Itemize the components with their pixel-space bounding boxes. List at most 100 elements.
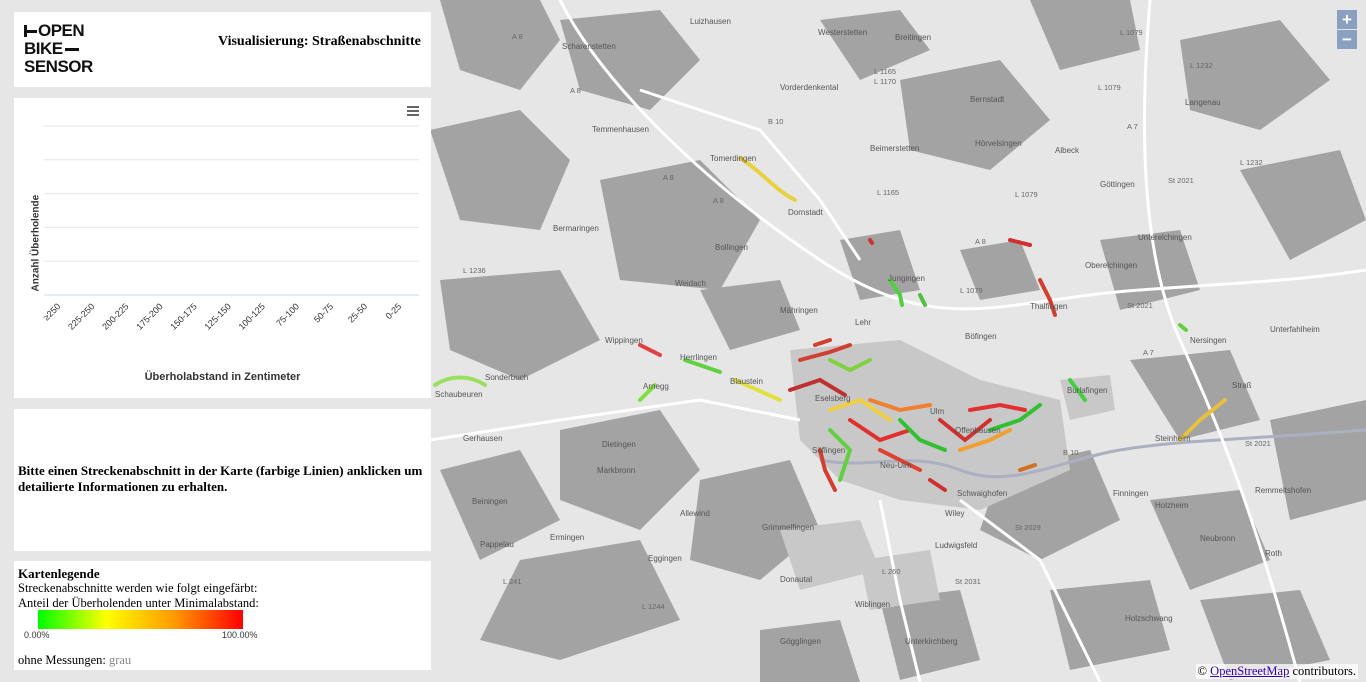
x-tick-label: ≥250 — [41, 301, 62, 322]
svg-text:L 1232: L 1232 — [1240, 158, 1263, 167]
x-tick-label: 50-75 — [312, 301, 335, 324]
place-label: Vorderdenkental — [780, 83, 838, 92]
x-tick-label: 150-175 — [168, 301, 198, 331]
chart-panel: ≥250 225-250 200-225 175-200 150-175 125-150 1… — [14, 98, 431, 398]
svg-text:A 8: A 8 — [713, 196, 724, 205]
svg-text:A 8: A 8 — [975, 237, 986, 246]
place-label: Unterkirchberg — [905, 637, 957, 646]
legend-none-prefix: ohne Messungen: — [18, 653, 109, 667]
place-label: Remmeltshofen — [1255, 486, 1311, 495]
svg-text:St 2021: St 2021 — [1127, 301, 1153, 310]
place-label: Gerhausen — [463, 434, 503, 443]
svg-text:L 1236: L 1236 — [463, 266, 486, 275]
place-label: Beimerstetten — [870, 144, 919, 153]
place-label: Lehr — [855, 318, 871, 327]
place-label: Eselsberg — [815, 394, 851, 403]
place-label: Ermingen — [550, 533, 584, 542]
place-label: Ulm — [930, 407, 945, 416]
place-label: Albeck — [1055, 146, 1080, 155]
info-panel: Bitte einen Streckenabschnitt in der Kar… — [14, 409, 431, 551]
place-label: Arnegg — [643, 382, 669, 391]
svg-text:L 1165: L 1165 — [877, 188, 899, 197]
x-tick-label: 0-25 — [384, 301, 404, 321]
x-tick-label: 100-125 — [237, 301, 267, 331]
place-label: Neubronn — [1200, 534, 1235, 543]
info-message: Bitte einen Streckenabschnitt in der Kar… — [18, 463, 423, 494]
place-label: Pappelau — [480, 540, 514, 549]
place-label: Göttingen — [1100, 180, 1135, 189]
attribution-prefix: © — [1197, 664, 1211, 678]
place-label: Neu-Ulm — [880, 461, 912, 470]
place-label: Mähringen — [780, 306, 818, 315]
place-label: Breitingen — [895, 33, 931, 42]
overtaking-distance-chart: ≥250 225-250 200-225 175-200 150-175 125-150 1… — [41, 125, 419, 332]
place-label: Markbronn — [597, 466, 635, 475]
openbikesensor-logo: OPEN BIKE SENSOR — [24, 22, 93, 78]
svg-text:L 1244: L 1244 — [642, 602, 665, 611]
x-tick-label: 175-200 — [134, 301, 164, 331]
x-tick-label: 225-250 — [66, 301, 96, 331]
gradient-min-label: 0.00% — [24, 630, 50, 640]
place-label: Donautal — [780, 575, 812, 584]
legend-description: Streckenabschnitte werden wie folgt eing… — [18, 581, 258, 595]
place-label: Dietingen — [602, 440, 636, 449]
place-label: Thalfingen — [1030, 302, 1067, 311]
header-panel: OPEN BIKE SENSOR Visualisierung: Straßen… — [14, 12, 431, 87]
svg-text:L 1079: L 1079 — [1098, 83, 1121, 92]
chart-x-axis-title: Überholabstand in Zentimeter — [144, 371, 301, 383]
place-label: Westerstetten — [818, 28, 867, 37]
place-label: Tomerdingen — [710, 154, 756, 163]
x-tick-label: 200-225 — [100, 301, 130, 331]
place-label: Ludwigsfeld — [935, 541, 977, 550]
legend-panel: Kartenlegende Streckenabschnitte werden … — [14, 561, 431, 670]
svg-text:A 8: A 8 — [663, 173, 674, 182]
legend-none-value: grau — [108, 653, 132, 667]
place-label: Offenhausen — [955, 426, 1001, 435]
place-label: Burlafingen — [1067, 386, 1107, 395]
place-label: Bermaringen — [553, 224, 599, 233]
x-tick-label: 25-50 — [346, 301, 369, 324]
svg-text:A 8: A 8 — [570, 86, 581, 95]
place-label: Unterelchingen — [1138, 233, 1192, 242]
place-label: Scharenstetten — [562, 42, 616, 51]
legend-title: Kartenlegende — [18, 566, 100, 581]
svg-text:St 2021: St 2021 — [1245, 439, 1271, 448]
place-label: Weidach — [675, 279, 706, 288]
place-label: Straß — [1232, 381, 1252, 390]
x-tick-label: 125-150 — [202, 301, 232, 331]
color-gradient-scale — [38, 610, 243, 629]
place-label: Hörvelsingen — [975, 139, 1022, 148]
zoom-in-button[interactable]: + — [1337, 10, 1357, 29]
place-label: Söflingen — [812, 446, 845, 455]
place-label: Gögglingen — [780, 637, 821, 646]
place-label: Dornstadt — [788, 208, 823, 217]
place-label: Beiningen — [472, 497, 508, 506]
x-tick-label: 75-100 — [274, 301, 301, 328]
hamburger-menu-icon[interactable] — [407, 106, 419, 116]
place-label: Holzschwang — [1125, 614, 1173, 623]
svg-text:L 1079: L 1079 — [960, 286, 983, 295]
svg-text:St 2029: St 2029 — [1015, 523, 1041, 532]
place-label: Schwaighofen — [957, 489, 1007, 498]
openstreetmap-link[interactable]: OpenStreetMap — [1210, 664, 1289, 678]
place-label: Eggingen — [648, 554, 682, 563]
svg-text:St 2031: St 2031 — [955, 577, 981, 586]
svg-text:L 1079: L 1079 — [1015, 190, 1038, 199]
zoom-control: + − — [1337, 10, 1357, 50]
svg-text:B 10: B 10 — [768, 117, 783, 126]
place-label: Herrlingen — [680, 353, 717, 362]
place-label: Wippingen — [605, 336, 643, 345]
logo-line-2: BIKE — [24, 40, 80, 58]
svg-text:A 8: A 8 — [512, 32, 523, 41]
svg-text:St 2021: St 2021 — [1168, 176, 1194, 185]
place-label: Sonderbuch — [485, 373, 528, 382]
legend-subdescription: Anteil der Überholenden unter Minimalabs… — [18, 596, 259, 610]
place-label: Langenau — [1185, 98, 1221, 107]
place-label: Bernstadt — [970, 95, 1005, 104]
place-label: Schaubeuren — [435, 390, 483, 399]
svg-text:L 1165: L 1165 — [874, 67, 896, 76]
place-label: Wiblingen — [855, 600, 890, 609]
map-attribution: © OpenStreetMap contributors. — [1195, 664, 1358, 679]
place-label: Oberelchingen — [1085, 261, 1137, 270]
zoom-out-button[interactable]: − — [1337, 30, 1357, 49]
